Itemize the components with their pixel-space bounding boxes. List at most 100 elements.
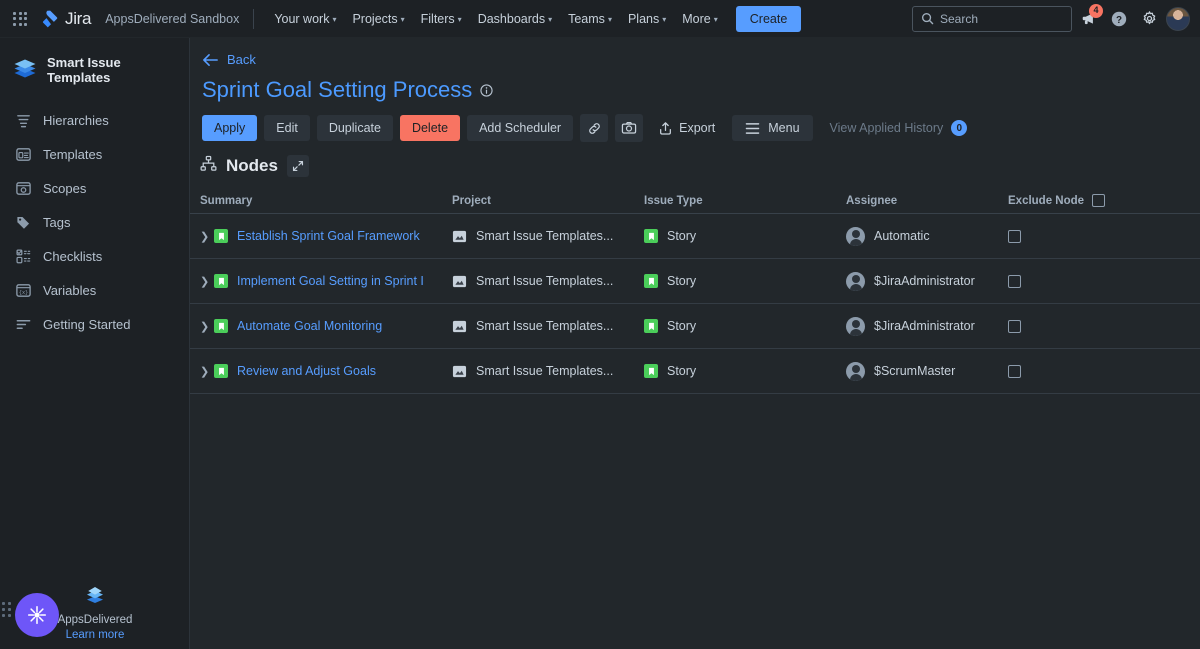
sidebar-item-checklists[interactable]: Checklists [4, 239, 185, 273]
avatar [846, 361, 865, 381]
exclude-node-select-all-checkbox[interactable] [1092, 194, 1106, 207]
delete-button[interactable]: Delete [399, 115, 461, 141]
smart-issue-templates-logo-icon [12, 54, 38, 85]
export-label: Export [679, 121, 716, 135]
nodes-table: Summary Project Issue Type Assignee Excl… [190, 188, 1200, 394]
back-link[interactable]: Back [190, 52, 262, 67]
help-widget-button[interactable] [15, 593, 59, 637]
nav-teams[interactable]: Teams ▾ [560, 7, 620, 31]
help-icon: ? [1111, 11, 1127, 26]
chevron-down-icon: ▾ [332, 15, 337, 24]
sparkle-icon [27, 605, 47, 625]
getting-started-icon [14, 315, 32, 333]
apply-button[interactable]: Apply [202, 115, 258, 141]
exclude-node-checkbox[interactable] [1008, 364, 1021, 378]
cell-assignee: $ScrumMaster [846, 361, 1008, 381]
view-applied-history-button[interactable]: View Applied History 0 [820, 114, 978, 142]
sidebar-item-templates[interactable]: Templates [4, 137, 185, 171]
nav-label: Your work [274, 11, 330, 26]
project-icon [452, 274, 467, 289]
jira-logo-icon [40, 9, 60, 29]
add-scheduler-button[interactable]: Add Scheduler [467, 115, 574, 141]
duplicate-button[interactable]: Duplicate [316, 115, 393, 141]
chevron-down-icon: ▾ [607, 15, 612, 24]
sidebar-item-scopes[interactable]: Scopes [4, 171, 185, 205]
chevron-down-icon: ▾ [400, 15, 405, 24]
project-icon [452, 364, 467, 379]
chevron-down-icon: ▾ [457, 15, 462, 24]
table-row[interactable]: ❯ Implement Goal Setting in Sprint I Sma [190, 259, 1200, 304]
table-row[interactable]: ❯ Automate Goal Monitoring Smart Issue T [190, 304, 1200, 349]
row-expand-chevron-icon[interactable]: ❯ [200, 230, 214, 243]
sidebar-nav-list: Hierarchies Templates Scopes Tags Checkl… [0, 103, 189, 341]
scopes-icon [14, 179, 32, 197]
menu-button[interactable]: Menu [732, 115, 813, 141]
notifications-button[interactable]: 4 [1076, 3, 1103, 32]
jira-home-logo[interactable]: Jira [40, 8, 92, 29]
gear-icon [1143, 11, 1155, 25]
column-header-summary: Summary [200, 194, 253, 207]
exclude-node-checkbox[interactable] [1008, 229, 1021, 243]
summary-link[interactable]: Automate Goal Monitoring [237, 319, 382, 333]
search-placeholder: Search [940, 11, 979, 26]
story-type-icon [644, 364, 658, 378]
svg-text:{x}: {x} [18, 290, 27, 296]
nav-plans[interactable]: Plans ▾ [620, 7, 674, 31]
row-expand-chevron-icon[interactable]: ❯ [200, 365, 214, 378]
user-avatar[interactable] [1166, 6, 1190, 31]
page-body: Smart Issue Templates Hierarchies Templa… [0, 38, 1200, 649]
hamburger-icon [745, 122, 760, 134]
search-input[interactable]: Search [912, 5, 1072, 32]
nav-projects[interactable]: Projects ▾ [344, 7, 412, 31]
nav-more[interactable]: More ▾ [674, 7, 726, 31]
avatar [846, 271, 865, 291]
create-button[interactable]: Create [735, 5, 802, 32]
cell-project: Smart Issue Templates... [452, 319, 644, 334]
sidebar-item-hierarchies[interactable]: Hierarchies [4, 103, 185, 137]
cell-project: Smart Issue Templates... [452, 364, 644, 379]
expand-icon[interactable] [286, 155, 309, 177]
nav-label: Dashboards [477, 11, 546, 26]
sidebar-item-tags[interactable]: Tags [4, 205, 185, 239]
summary-link[interactable]: Establish Sprint Goal Framework [237, 229, 420, 243]
sidebar-item-getting-started[interactable]: Getting Started [4, 307, 185, 341]
settings-button[interactable] [1136, 6, 1162, 32]
project-name: Smart Issue Templates... [476, 229, 614, 243]
cell-exclude-node [1008, 364, 1188, 378]
table-row[interactable]: ❯ Review and Adjust Goals Smart Issue Te [190, 349, 1200, 394]
cell-exclude-node [1008, 319, 1188, 333]
nav-your-work[interactable]: Your work ▾ [266, 7, 344, 31]
row-expand-chevron-icon[interactable]: ❯ [200, 320, 214, 333]
table-header-row: Summary Project Issue Type Assignee Excl… [190, 188, 1200, 214]
jira-wordmark: Jira [65, 8, 92, 28]
exclude-node-checkbox[interactable] [1008, 319, 1021, 333]
edit-button[interactable]: Edit [264, 115, 310, 141]
export-button[interactable]: Export [650, 115, 725, 142]
menu-label: Menu [768, 121, 800, 135]
svg-text:?: ? [1116, 14, 1122, 25]
info-icon[interactable] [480, 77, 493, 103]
sidebar-app-header[interactable]: Smart Issue Templates [0, 38, 189, 103]
nodes-label: Nodes [226, 156, 278, 175]
table-row[interactable]: ❯ Establish Sprint Goal Framework Smart [190, 214, 1200, 259]
summary-link[interactable]: Implement Goal Setting in Sprint I [237, 274, 424, 288]
chevron-down-icon: ▾ [548, 15, 553, 24]
sidebar-item-variables[interactable]: {x} Variables [4, 273, 185, 307]
notification-badge: 4 [1089, 3, 1103, 18]
apps-grid-icon[interactable] [8, 7, 32, 31]
summary-link[interactable]: Review and Adjust Goals [237, 364, 376, 378]
cell-issue-type: Story [644, 319, 846, 333]
exclude-node-checkbox[interactable] [1008, 274, 1021, 288]
row-expand-chevron-icon[interactable]: ❯ [200, 275, 214, 288]
avatar [846, 316, 865, 336]
column-header-exclude-node-label: Exclude Node [1008, 194, 1085, 207]
export-icon [660, 121, 672, 135]
history-count-badge: 0 [951, 120, 968, 136]
page-title: Sprint Goal Setting Process [190, 67, 1200, 103]
camera-icon[interactable] [615, 114, 644, 142]
nav-filters[interactable]: Filters ▾ [413, 7, 470, 31]
nav-dashboards[interactable]: Dashboards ▾ [470, 7, 560, 31]
help-button[interactable]: ? [1106, 6, 1132, 32]
checklist-icon [14, 247, 32, 265]
link-icon[interactable] [580, 114, 609, 142]
